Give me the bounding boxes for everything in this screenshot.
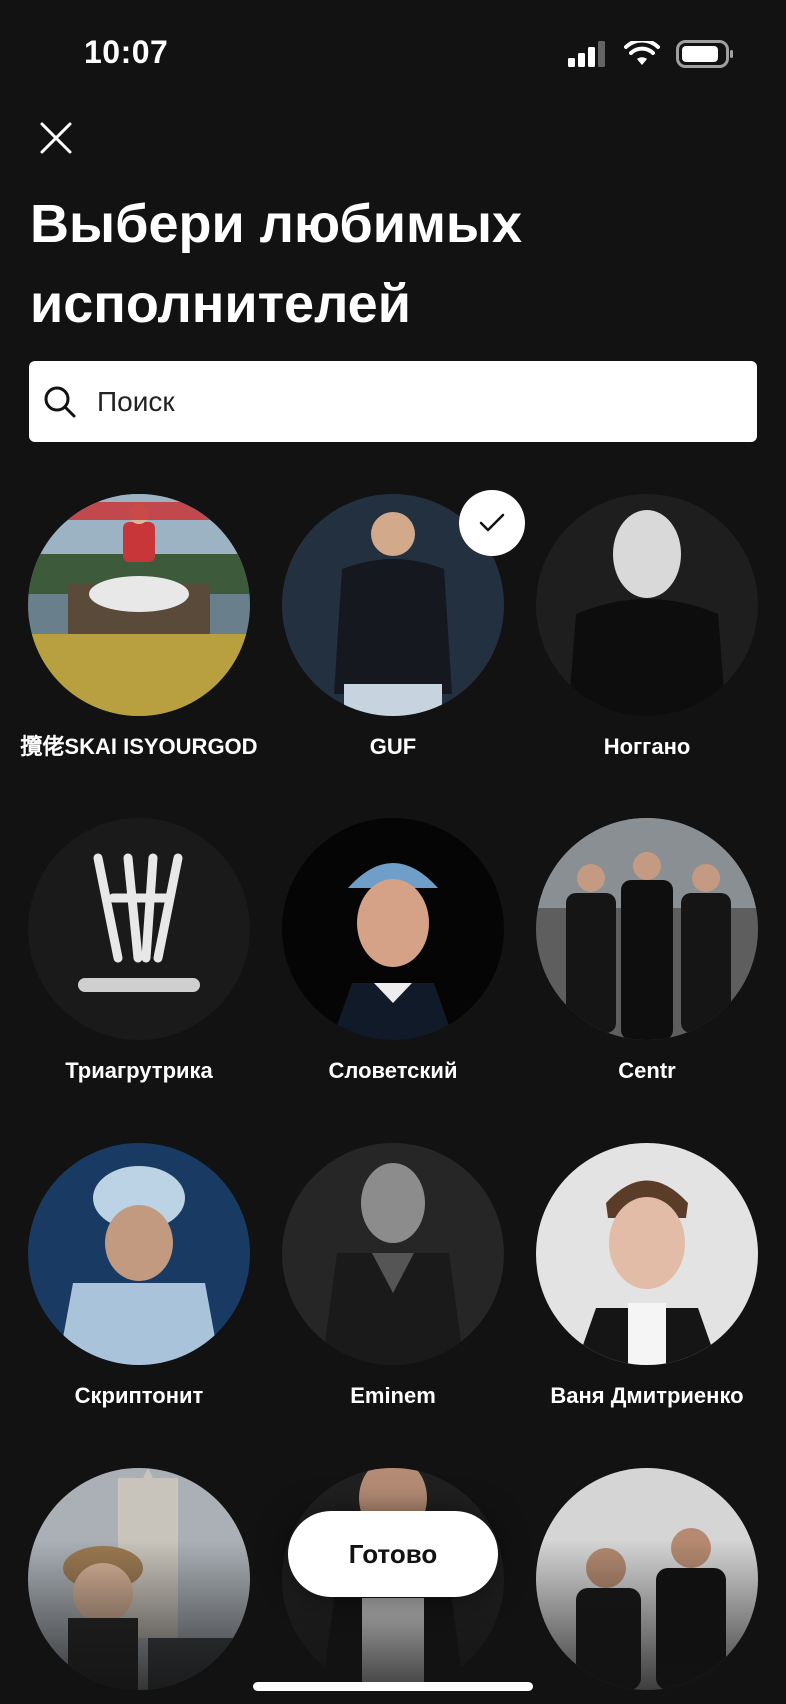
artist-avatar — [28, 1468, 250, 1690]
artist-name: Словетский — [328, 1058, 458, 1083]
home-indicator — [253, 1682, 533, 1691]
wifi-icon — [624, 41, 660, 65]
artist-photo — [282, 818, 504, 1040]
cellular-signal-icon — [568, 41, 605, 67]
artist-photo — [282, 1143, 504, 1365]
artist-photo — [28, 818, 250, 1040]
artist-name: GUF — [369, 734, 417, 759]
artist-photo — [536, 1143, 758, 1365]
artist-name: Eminem — [350, 1383, 436, 1408]
close-icon — [40, 122, 72, 154]
page-title: Выбери любимых исполнителей — [30, 194, 523, 334]
artist-avatar — [282, 818, 504, 1040]
search-icon — [44, 386, 76, 417]
status-bar: 10:07 — [0, 0, 786, 100]
artist-name: 攬佬SKAI ISYOURGOD — [20, 734, 258, 759]
artist-avatar — [28, 818, 250, 1040]
artist-name: Скриптонит — [74, 1383, 204, 1408]
battery-icon — [676, 40, 733, 68]
artist-name: Ваня Дмитриенко — [550, 1383, 744, 1408]
artist-avatar — [536, 494, 758, 716]
artist-name: Centr — [618, 1058, 676, 1083]
artist-photo — [28, 1143, 250, 1365]
artist-photo — [536, 1468, 758, 1690]
check-icon — [479, 513, 505, 532]
artist-avatar — [28, 1143, 250, 1365]
artist-name: Триагрутрика — [65, 1058, 213, 1083]
status-time: 10:07 — [84, 34, 169, 70]
artist-photo — [28, 1468, 250, 1690]
status-icons — [568, 40, 734, 68]
artist-avatar — [28, 494, 250, 716]
artist-name: Ноггано — [603, 734, 691, 759]
artist-avatar — [282, 1143, 504, 1365]
selected-checkmark — [459, 490, 525, 556]
done-button[interactable]: Готово — [288, 1511, 498, 1597]
artist-photo — [536, 494, 758, 716]
artist-avatar — [536, 1468, 758, 1690]
artist-avatar — [536, 1143, 758, 1365]
artist-photo — [28, 494, 250, 716]
search-bar[interactable] — [29, 361, 757, 442]
search-input[interactable] — [95, 384, 699, 419]
artist-avatar — [536, 818, 758, 1040]
close-button[interactable] — [36, 118, 76, 158]
artist-photo — [536, 818, 758, 1040]
